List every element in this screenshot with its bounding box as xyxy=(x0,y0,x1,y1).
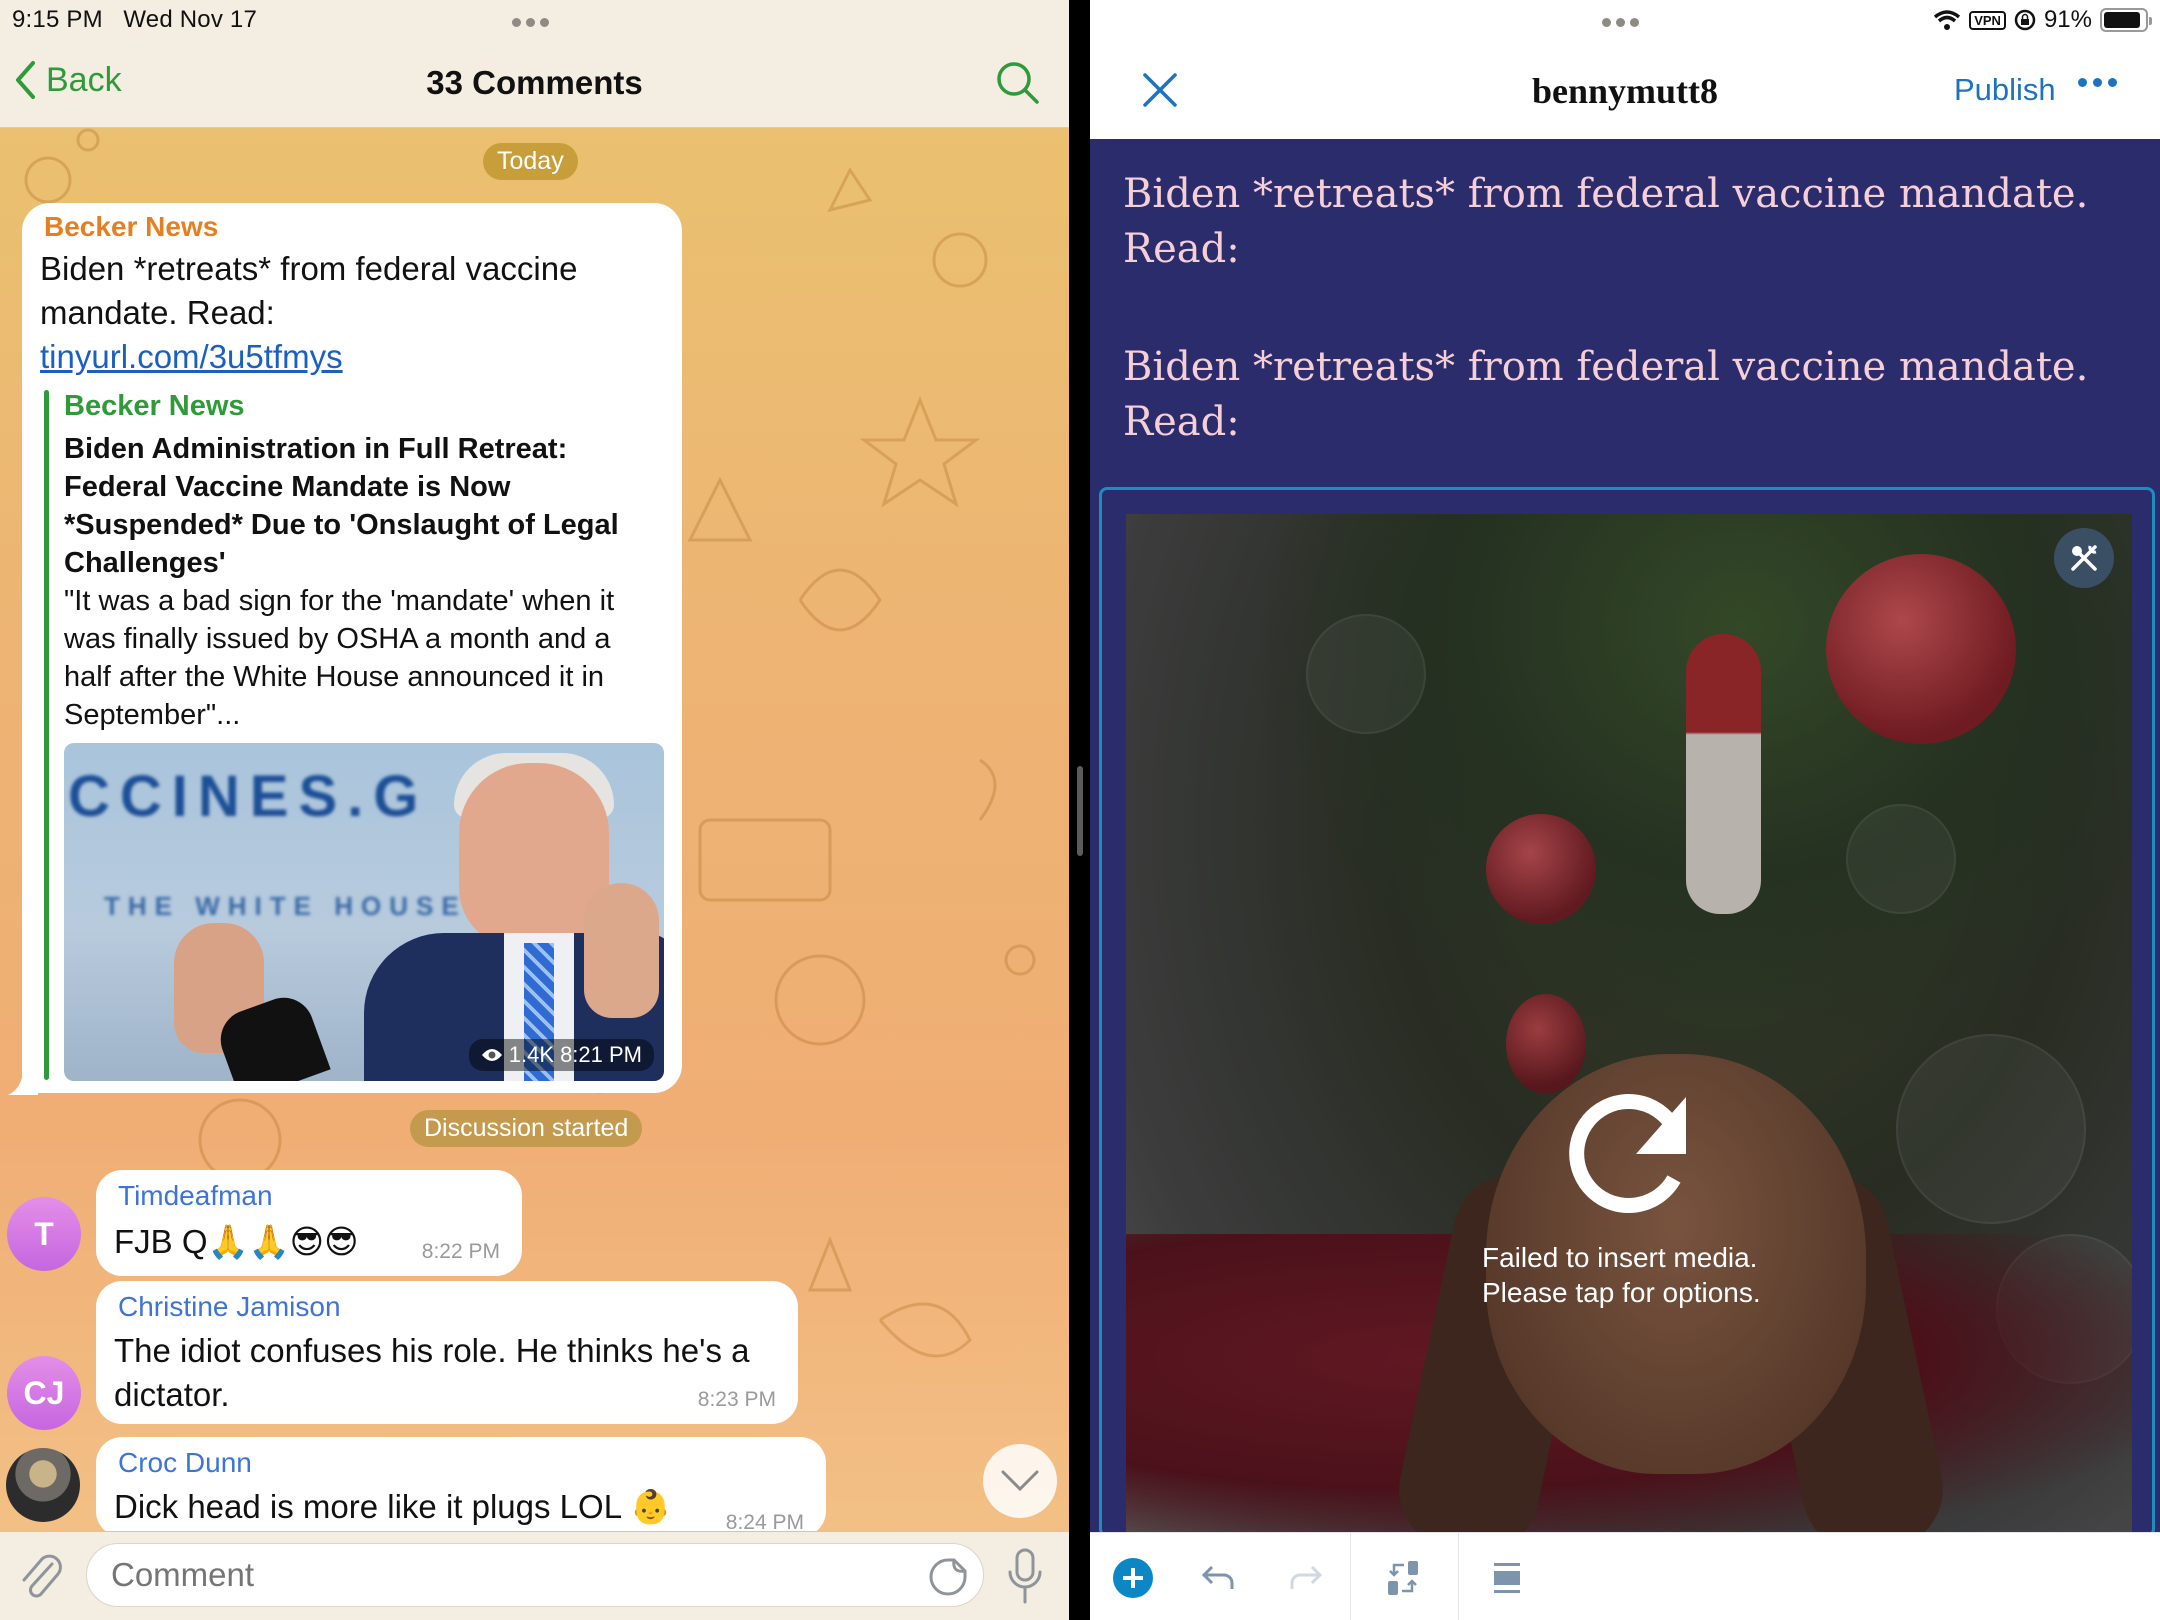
avatar[interactable]: CJ xyxy=(7,1356,81,1430)
comment-author[interactable]: Timdeafman xyxy=(118,1180,273,1212)
retry-icon[interactable] xyxy=(1556,1079,1706,1229)
image-block[interactable]: Failed to insert media. Please tap for o… xyxy=(1099,487,2155,1544)
bubble-tail xyxy=(8,1067,38,1095)
microphone-icon[interactable] xyxy=(1007,1548,1043,1604)
media-error-message[interactable]: Failed to insert media. Please tap for o… xyxy=(1482,1240,1761,1310)
comment-author[interactable]: Christine Jamison xyxy=(118,1291,341,1323)
date-pill: Today xyxy=(483,143,578,180)
comment-time: 8:22 PM xyxy=(421,1240,500,1263)
add-block-icon[interactable] xyxy=(1112,1557,1154,1599)
comment-text: Dick head is more like it plugs LOL 👶 xyxy=(114,1488,672,1525)
comment-item[interactable]: Timdeafman FJB Q🙏🙏😎😎 8:22 PM xyxy=(96,1170,522,1276)
battery-icon xyxy=(2100,8,2152,32)
wifi-icon xyxy=(1934,10,1961,30)
view-count: 1.4K xyxy=(508,1042,555,1067)
preview-description: "It was a bad sign for the 'mandate' whe… xyxy=(64,585,615,731)
scroll-to-bottom-button[interactable] xyxy=(983,1444,1057,1518)
channel-post[interactable]: Becker News Biden *retreats* from federa… xyxy=(8,203,682,1095)
block-settings-icon[interactable] xyxy=(1486,1557,1528,1599)
nav-bar: 9:15 PM Wed Nov 17 Back 33 Comments xyxy=(0,0,1069,128)
paragraph-block[interactable]: Biden *retreats* from federal vaccine ma… xyxy=(1123,167,2123,277)
multitasking-dots[interactable] xyxy=(1602,18,1639,27)
telegram-comments-pane: 9:15 PM Wed Nov 17 Back 33 Comments Toda… xyxy=(0,0,1069,1620)
toolbar-divider xyxy=(1458,1533,1459,1620)
page-title: 33 Comments xyxy=(426,64,643,101)
image-sub-text: THE WHITE HOUSE xyxy=(104,891,467,921)
comment-item[interactable]: Croc Dunn Dick head is more like it plug… xyxy=(96,1437,826,1537)
preview-source: Becker News xyxy=(64,390,245,422)
multitasking-dots[interactable] xyxy=(512,18,549,27)
comment-item[interactable]: Christine Jamison The idiot confuses his… xyxy=(96,1281,798,1424)
comment-input[interactable] xyxy=(86,1543,984,1607)
image-block-media[interactable]: Failed to insert media. Please tap for o… xyxy=(1126,514,2132,1544)
post-text: Biden *retreats* from federal vaccine ma… xyxy=(40,250,578,375)
comment-time: 8:23 PM xyxy=(697,1388,776,1411)
comment-text: FJB Q🙏🙏😎😎 xyxy=(114,1223,359,1260)
split-view-divider xyxy=(1069,0,1090,1620)
comment-author[interactable]: Croc Dunn xyxy=(118,1447,252,1479)
post-time: 8:21 PM xyxy=(560,1042,642,1067)
post-author: Becker News xyxy=(44,211,219,242)
block-mover-icon[interactable] xyxy=(1382,1557,1424,1599)
post-link[interactable]: tinyurl.com/3u5tfmys xyxy=(40,338,343,375)
redo-icon[interactable] xyxy=(1284,1557,1326,1599)
comment-input-bar xyxy=(0,1531,1069,1620)
paperclip-icon[interactable] xyxy=(18,1550,64,1602)
avatar[interactable]: T xyxy=(7,1197,81,1271)
editor-nav-bar: VPN 91% bennymutt8 Publish xyxy=(1090,0,2160,139)
publish-button[interactable]: Publish xyxy=(1954,72,2056,108)
search-icon[interactable] xyxy=(995,60,1041,106)
vpn-badge: VPN xyxy=(1969,10,2006,30)
image-banner-text: CCINES.G xyxy=(68,764,429,829)
status-time: 9:15 PM Wed Nov 17 xyxy=(12,6,258,33)
paragraph-block[interactable]: Biden *retreats* from federal vaccine ma… xyxy=(1123,340,2123,450)
discussion-started-pill: Discussion started xyxy=(410,1110,643,1147)
preview-accent-bar xyxy=(44,390,49,1080)
post-meta: 1.4K 8:21 PM xyxy=(468,1039,654,1071)
chevron-down-icon xyxy=(1001,1470,1039,1492)
editor-toolbar xyxy=(1090,1532,2160,1620)
split-view-handle[interactable] xyxy=(1077,766,1083,856)
rotation-lock-icon xyxy=(2014,9,2036,31)
views-eye-icon xyxy=(481,1049,502,1061)
comment-text: The idiot confuses his role. He thinks h… xyxy=(114,1332,750,1413)
toolbar-divider xyxy=(1350,1533,1351,1620)
preview-title: Biden Administration in Full Retreat: Fe… xyxy=(64,433,619,579)
undo-icon[interactable] xyxy=(1198,1557,1240,1599)
status-icons: VPN 91% xyxy=(1933,6,2152,34)
preview-image[interactable]: CCINES.G THE WHITE HOUSE 1.4K 8:21 PM xyxy=(64,743,664,1081)
avatar-photo[interactable] xyxy=(6,1448,80,1522)
tools-icon[interactable] xyxy=(2054,528,2114,588)
wordpress-editor-pane: VPN 91% bennymutt8 Publish Biden *retrea… xyxy=(1090,0,2160,1620)
battery-percent: 91% xyxy=(2043,6,2092,33)
more-horizontal-icon[interactable] xyxy=(2078,78,2117,87)
sticker-icon[interactable] xyxy=(928,1557,968,1597)
